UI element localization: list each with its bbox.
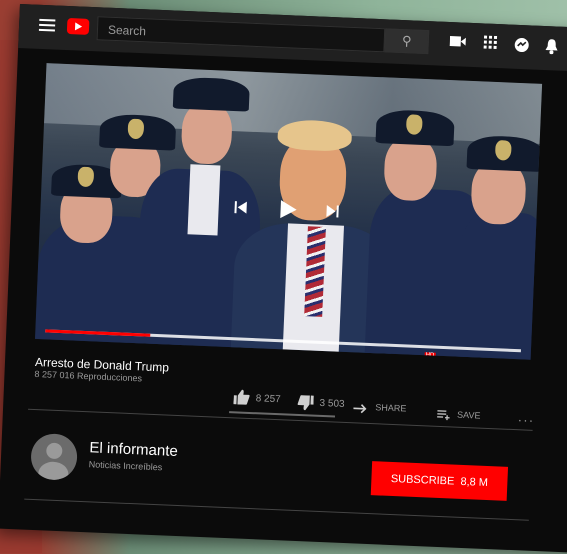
next-small-icon[interactable] [68,342,83,357]
officer-right-face [383,135,438,202]
dislike-icon[interactable] [297,395,318,412]
save-button[interactable]: SAVE [457,410,481,421]
apps-icon[interactable] [481,35,500,54]
like-icon[interactable] [233,389,254,406]
previous-icon[interactable] [230,199,251,220]
miniplayer-icon[interactable] [440,358,457,360]
top-bar: Search ⚲ [18,4,567,74]
search-input[interactable]: Search [96,16,386,53]
subscribe-button[interactable]: SUBSCRIBE 8,8 M [370,461,509,501]
time-display: 3:56 / 1:17:35 [114,345,170,358]
save-icon[interactable] [437,407,453,421]
notifications-icon[interactable] [542,38,561,57]
share-icon[interactable] [353,400,371,414]
share-button[interactable]: SHARE [375,402,406,413]
settings-icon[interactable] [412,356,429,360]
man-tie [304,226,326,317]
officer-3-shirt [187,164,221,236]
youtube-logo[interactable] [66,17,90,35]
volume-icon[interactable] [92,343,107,358]
hd-badge: HD [424,352,436,359]
like-count: 8 257 [255,393,281,406]
divider-bottom [24,498,529,521]
officer-far-right-body [454,210,543,360]
play-icon[interactable] [274,197,301,224]
subscribe-label: SUBSCRIBE [390,472,455,488]
play-small-icon[interactable] [44,341,59,356]
video-camera-icon[interactable] [448,34,467,53]
like-ratio-bar [229,411,336,418]
channel-tagline: Noticias Increíbles [88,459,163,473]
video-player[interactable]: 3:56 / 1:17:35 HD [34,63,543,360]
search-button[interactable]: ⚲ [384,28,430,55]
avatar-head [45,442,63,460]
next-icon[interactable] [322,203,343,224]
theater-icon[interactable] [468,359,485,360]
avatar-body [37,461,69,481]
dislike-count: 3 503 [319,397,345,410]
more-icon[interactable]: ... [518,409,535,425]
search-icon: ⚲ [401,33,412,49]
subscriber-count: 8,8 M [460,475,489,490]
messages-icon[interactable] [512,37,531,56]
captions-icon[interactable] [384,356,401,360]
avatar-icon[interactable] [30,432,79,481]
channel-name[interactable]: El informante [89,439,178,460]
menu-icon[interactable] [38,18,56,32]
youtube-window: Search ⚲ 3:56 / 1:17:35 HD Arresto de Do… [0,4,567,554]
